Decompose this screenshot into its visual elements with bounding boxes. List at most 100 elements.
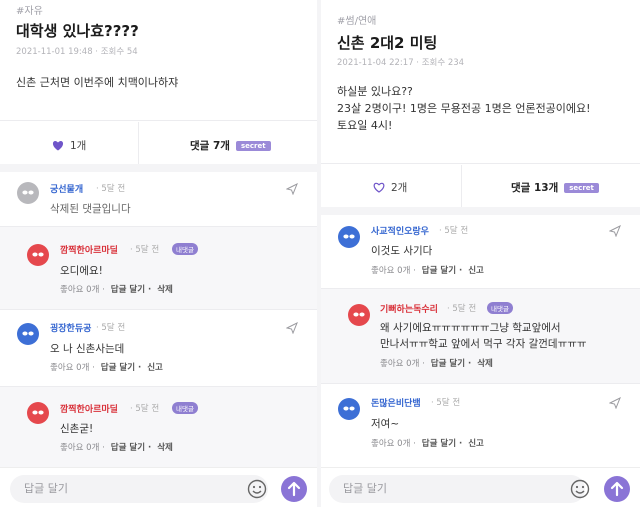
mask-icon (32, 410, 44, 415)
send-button[interactable] (281, 476, 307, 502)
like-count[interactable]: 좋아요 0개 · (60, 285, 105, 295)
like-count: 2개 (391, 182, 408, 194)
like-count[interactable]: 좋아요 0개 · (371, 439, 416, 449)
like-count[interactable]: 좋아요 0개 · (60, 443, 105, 453)
comment-text: 오 나 신촌사는데 (50, 343, 125, 355)
send-icon[interactable] (286, 322, 298, 334)
comment-time: · 5달 전 (431, 398, 461, 408)
divider (461, 165, 462, 207)
mask-icon (353, 312, 365, 317)
comment-nickname[interactable]: 깜찍한아르마딜 (60, 243, 118, 256)
delete-button[interactable]: 삭제 (157, 443, 173, 453)
comment-time: · 5달 전 (96, 323, 126, 333)
comment-count[interactable]: 댓글 7개 secret (190, 138, 271, 153)
comment-item: 궁선물개 · 5달 전 삭제된 댓글입니다 (0, 172, 317, 224)
avatar (338, 398, 360, 420)
comment-text: 삭제된 댓글입니다 (50, 203, 131, 215)
comment-item: 돈많은비단뱀 · 5달 전 저여~ 좋아요 0개 · 답글 달기 · 신고 (321, 384, 640, 464)
comment-nickname[interactable]: 궁선물개 (50, 182, 83, 195)
like-count: 1개 (70, 140, 87, 152)
reply-button[interactable]: 답글 달기 · (101, 363, 141, 373)
comment-count-label: 댓글 7개 (190, 140, 230, 152)
post-title: 신촌 2대2 미팅 (337, 34, 438, 52)
emoji-icon[interactable] (247, 479, 267, 499)
comment-item: 사교적인오랑우 · 5달 전 이것도 사기다 좋아요 0개 · 답글 달기 · 신고 (321, 215, 640, 288)
delete-button[interactable]: 삭제 (157, 285, 173, 295)
comment-nickname[interactable]: 돈많은비단뱀 (371, 396, 421, 409)
divider (0, 120, 317, 121)
mask-icon (343, 406, 355, 411)
reply-input-bar: 답글 달기 (0, 467, 317, 507)
my-comment-tag: 내댓글 (172, 402, 198, 414)
like-button[interactable]: 2개 (373, 180, 407, 195)
mask-icon (32, 252, 44, 257)
emoji-icon[interactable] (570, 479, 590, 499)
avatar (338, 226, 360, 248)
post-category[interactable]: #썸/연애 (337, 12, 376, 27)
right-post-panel: #썸/연애 신촌 2대2 미팅 2021-11-04 22:17 · 조회수 2… (321, 0, 640, 507)
comment-item: 굉장한듀공 · 5달 전 오 나 신촌사는데 좋아요 0개 · 답글 달기 · 신고 (0, 310, 317, 386)
reply-button[interactable]: 답글 달기 · (111, 285, 151, 295)
comment-nickname[interactable]: 깜찍한아르마딜 (60, 402, 118, 415)
arrow-up-icon (287, 481, 301, 497)
comment-text: 저여~ (371, 418, 400, 430)
reply-button[interactable]: 답글 달기 · (422, 439, 462, 449)
post-meta: 2021-11-01 19:48 · 조회수 54 (16, 47, 138, 57)
avatar (17, 323, 39, 345)
comment-text: 왜 사기에요ㅠㅠㅠㅠㅠㅠ그냥 학교앞에서 (380, 322, 561, 334)
heart-icon (52, 141, 64, 151)
comment-count-label: 댓글 13개 (511, 182, 559, 194)
comment-time: · 5달 전 (447, 304, 477, 314)
comment-nickname[interactable]: 기뻐하는독수리 (380, 302, 438, 315)
reply-input[interactable]: 답글 달기 (329, 475, 585, 503)
comment-actions: 좋아요 0개 · 답글 달기 · 삭제 (380, 357, 493, 369)
post-title: 대학생 있나효???? (16, 22, 139, 40)
my-comment-tag: 내댓글 (487, 302, 513, 314)
comment-time: · 5달 전 (130, 404, 160, 414)
like-count[interactable]: 좋아요 0개 · (371, 266, 416, 276)
reply-input[interactable]: 답글 달기 (10, 475, 268, 503)
comment-count[interactable]: 댓글 13개 secret (511, 180, 599, 195)
report-button[interactable]: 신고 (468, 266, 484, 276)
comment-nickname[interactable]: 사교적인오랑우 (371, 224, 429, 237)
post-body-line: 하실분 있나요?? (337, 85, 413, 98)
like-button[interactable]: 1개 (52, 138, 86, 153)
my-comment-tag: 내댓글 (172, 243, 198, 255)
reply-button[interactable]: 답글 달기 · (111, 443, 151, 453)
reply-item: 깜찍한아르마딜 · 5달 전 내댓글 오디에요! 좋아요 0개 · 답글 달기 ·… (0, 227, 317, 309)
heart-outline-icon (373, 182, 385, 193)
like-count[interactable]: 좋아요 0개 · (50, 363, 95, 373)
mask-icon (343, 234, 355, 239)
reply-button[interactable]: 답글 달기 · (422, 266, 462, 276)
comment-text-line2: 만나서ㅠㅠ학교 앞에서 먹구 각자 갈껀데ㅠㅠㅠ (380, 338, 587, 350)
report-button[interactable]: 신고 (147, 363, 163, 373)
reply-input-bar: 답글 달기 (321, 467, 640, 507)
comment-nickname[interactable]: 굉장한듀공 (50, 321, 91, 334)
reply-item: 기뻐하는독수리 · 5달 전 내댓글 왜 사기에요ㅠㅠㅠㅠㅠㅠ그냥 학교앞에서 … (321, 289, 640, 383)
send-icon[interactable] (609, 397, 621, 409)
avatar (348, 304, 370, 326)
post-body-line: 토요일 4시! (337, 119, 393, 132)
post-body-line: 23살 2명이구! 1명은 무용전공 1명은 언론전공이에요! (337, 102, 591, 115)
mask-icon (22, 331, 34, 336)
avatar (17, 182, 39, 204)
send-icon[interactable] (286, 183, 298, 195)
divider (138, 122, 139, 164)
reply-button[interactable]: 답글 달기 · (431, 359, 471, 369)
send-icon[interactable] (609, 225, 621, 237)
left-post-panel: #자유 대학생 있나효???? 2021-11-01 19:48 · 조회수 5… (0, 0, 317, 507)
like-count[interactable]: 좋아요 0개 · (380, 359, 425, 369)
delete-button[interactable]: 삭제 (477, 359, 493, 369)
report-button[interactable]: 신고 (468, 439, 484, 449)
comment-actions: 좋아요 0개 · 답글 달기 · 삭제 (60, 283, 173, 295)
send-button[interactable] (604, 476, 630, 502)
comment-time: · 5달 전 (130, 245, 160, 255)
post-category[interactable]: #자유 (16, 2, 43, 17)
avatar (27, 402, 49, 424)
comment-time: · 5달 전 (439, 226, 469, 236)
divider (321, 207, 640, 215)
comment-actions: 좋아요 0개 · 답글 달기 · 삭제 (60, 441, 173, 453)
comment-text: 오디에요! (60, 265, 103, 277)
secret-badge: secret (235, 140, 271, 151)
comment-time: · 5달 전 (96, 184, 126, 194)
